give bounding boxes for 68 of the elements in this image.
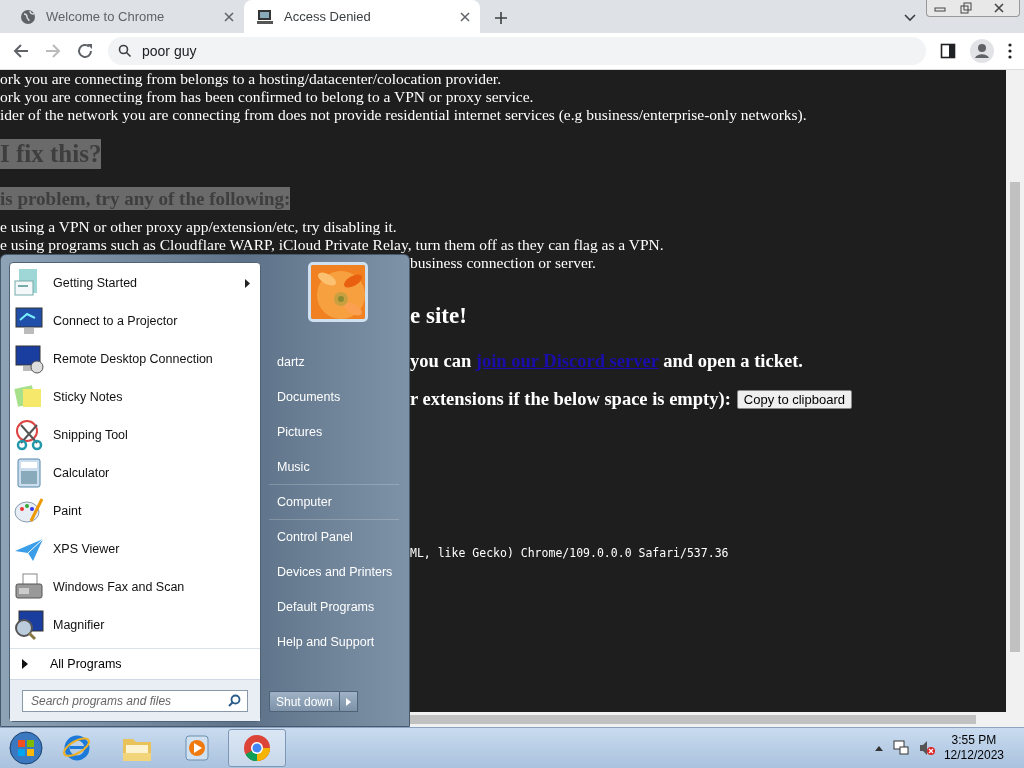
body-text: business connection or server. [410, 254, 596, 272]
magnifier-icon [13, 609, 45, 641]
menu-place-item[interactable]: Music [269, 449, 399, 484]
vertical-scrollbar[interactable] [1006, 70, 1024, 712]
help-text: you can join our Discord server and open a ticket. [410, 350, 803, 372]
profile-button[interactable] [970, 39, 994, 63]
back-button[interactable] [12, 42, 30, 60]
search-icon [228, 694, 241, 707]
browser-icon [62, 733, 92, 763]
body-text: e using programs such as Cloudflare WARP, iCloud Private Relay, turn them off as they can flag as a VPN. [0, 236, 664, 254]
menu-place-item[interactable]: dartz [269, 344, 399, 379]
browser-tab[interactable]: Welcome to Chrome [8, 0, 244, 33]
menu-button[interactable] [1008, 43, 1012, 59]
scissors-icon [13, 419, 45, 451]
muted-speaker-icon[interactable] [917, 739, 936, 757]
menu-place-item[interactable]: Help and Support [269, 624, 399, 659]
arrow-icon [345, 697, 351, 706]
globe-icon [20, 8, 36, 25]
program-item[interactable]: Paint [10, 492, 260, 530]
search-icon [118, 44, 132, 58]
menu-place-item[interactable]: Documents [269, 379, 399, 414]
menu-place-item[interactable]: Devices and Printers [269, 554, 399, 589]
close-icon[interactable] [224, 11, 234, 22]
chrome-icon [242, 733, 272, 763]
body-text: ider of the network you are connecting from does not provide residential internet services (e.g business/enterprise-only networks). [0, 106, 807, 124]
side-panel-button[interactable] [940, 43, 956, 59]
monitor-icon [13, 305, 45, 337]
program-item[interactable]: Magnifier [10, 606, 260, 644]
copy-button[interactable]: Copy to clipboard [736, 389, 852, 409]
section-heading: e site! [410, 302, 467, 330]
program-item[interactable]: Sticky Notes [10, 378, 260, 416]
minimize-icon[interactable] [934, 4, 946, 12]
chevron-up-icon[interactable] [873, 744, 884, 752]
program-item[interactable]: XPS Viewer [10, 530, 260, 568]
program-item[interactable]: Snipping Tool [10, 416, 260, 454]
media-player-icon [182, 733, 212, 763]
menu-place-item[interactable]: Default Programs [269, 589, 399, 624]
new-tab-icon[interactable] [494, 11, 508, 25]
taskbar-app[interactable] [228, 729, 286, 767]
network-icon[interactable] [891, 739, 910, 757]
computer-icon [256, 8, 274, 25]
address-bar[interactable]: poor guy [108, 37, 926, 65]
user-agent-text: ML, like Gecko) Chrome/109.0.0.0 Safari/537.36 [410, 546, 729, 560]
program-item[interactable]: Connect to a Projector [10, 302, 260, 340]
help-text: r extensions if the below space is empty): [410, 388, 731, 410]
body-text: e using a VPN or other proxy app/extension/etc, try disabling it. [0, 218, 397, 236]
program-item[interactable]: Getting Started [10, 264, 260, 302]
clock[interactable]: 3:55 PM 12/12/2023 [943, 733, 1004, 763]
search-field[interactable]: Search programs and files [22, 689, 248, 712]
start-button[interactable] [6, 728, 46, 768]
program-item[interactable]: Remote Desktop Connection [10, 340, 260, 378]
reload-button[interactable] [76, 42, 94, 60]
menu-place-item[interactable]: Pictures [269, 414, 399, 449]
address-text: poor guy [142, 43, 197, 59]
chevron-down-icon[interactable] [904, 14, 916, 22]
program-item[interactable]: Calculator [10, 454, 260, 492]
program-item[interactable]: Windows Fax and Scan [10, 568, 260, 606]
menu-place-item[interactable]: Computer [269, 484, 399, 519]
menu-place-item[interactable]: Control Panel [269, 519, 399, 554]
close-icon[interactable] [993, 3, 1005, 13]
shut-down-options-button[interactable] [339, 691, 358, 712]
restore-icon[interactable] [960, 2, 972, 14]
body-text: ork you are connecting from belongs to a hosting/datacenter/colocation provider. [0, 70, 501, 88]
monitor-icon [13, 343, 45, 375]
close-icon[interactable] [460, 11, 470, 22]
arrow-icon [22, 659, 28, 669]
body-text: ork you are connecting from has been confirmed to belong to a VPN or proxy service. [0, 88, 534, 106]
browser-tab[interactable]: Access Denied [244, 0, 480, 33]
